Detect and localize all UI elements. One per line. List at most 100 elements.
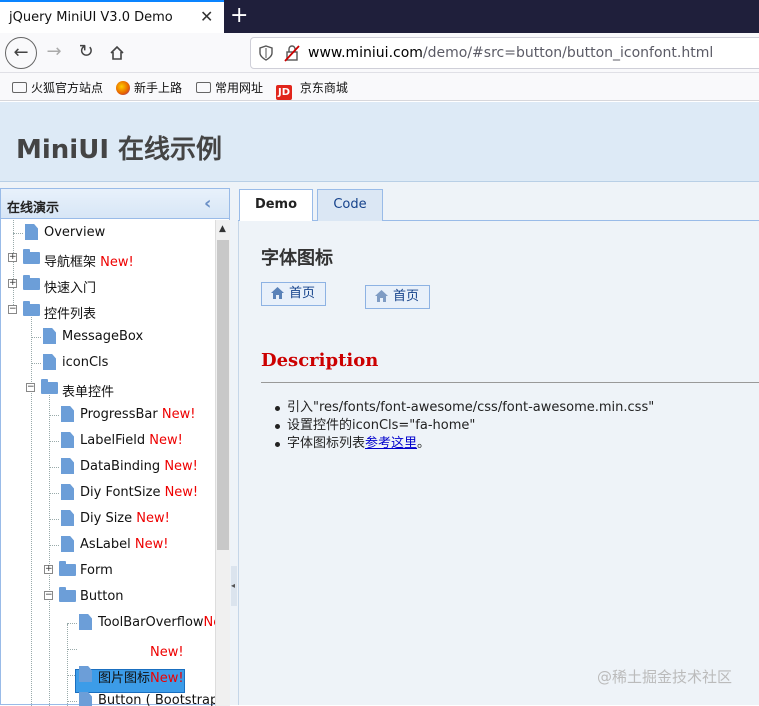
content-title: 字体图标 [261,248,333,269]
splitter[interactable]: ◂ [230,188,238,705]
demo-content: 字体图标 首页 首页 Description 引入"res/fonts/font… [238,221,759,705]
sidebar: 在线演示 ‹ Overview + 导航框架 New! + 快速入门 − 控件列… [0,188,230,706]
tree-node-overview[interactable]: Overview [1,220,215,246]
file-icon [25,224,38,240]
reload-icon: ↻ [78,41,94,62]
tree-node-diy-fontsize[interactable]: Diy FontSize New! [1,480,215,506]
tab-title: jQuery MiniUI V3.0 Demo [9,10,173,25]
file-icon [61,510,74,526]
file-icon [61,458,74,474]
tab-code[interactable]: Code [317,189,383,221]
folder-icon [12,82,27,93]
forward-button[interactable]: → [38,37,70,69]
file-icon [43,354,56,370]
divider [261,382,759,383]
description-list: 引入"res/fonts/font-awesome/css/font-aweso… [274,399,655,453]
page-content: MiniUI 在线示例 在线演示 ‹ Overview + 导航框架 New! … [0,102,759,706]
tree-node-databinding[interactable]: DataBinding New! [1,454,215,480]
bookmark-getting-started[interactable]: 新手上路 [116,79,182,96]
file-icon [43,328,56,344]
url-text: www.miniui.com/demo/#src=button/button_i… [308,45,714,61]
folder-icon [59,561,76,576]
scroll-up-icon[interactable]: ▲ [219,224,226,234]
browser-tab[interactable]: jQuery MiniUI V3.0 Demo ✕ [0,0,224,33]
list-item: 字体图标列表参考这里。 [274,435,654,453]
home-button-1[interactable]: 首页 [261,282,326,306]
file-icon [79,640,92,656]
collapse-icon[interactable]: − [8,305,17,314]
firefox-icon [116,81,130,95]
folder-open-icon [23,301,40,316]
file-icon [79,692,92,706]
insecure-lock-icon [284,45,300,62]
shield-icon [259,45,273,61]
tree-node-progressbar[interactable]: ProgressBar New! [1,402,215,428]
tree-node-quick-start[interactable]: + 快速入门 [1,272,215,298]
page-title: MiniUI 在线示例 [16,135,223,165]
close-tab-icon[interactable]: ✕ [200,7,213,26]
tree-node-labelfield[interactable]: LabelField New! [1,428,215,454]
tree-node-diy-size[interactable]: Diy Size New! [1,506,215,532]
file-icon [61,432,74,448]
tree-node-iconcls[interactable]: iconCls [1,350,215,376]
folder-icon [23,249,40,264]
bookmarks-bar: 火狐官方站点 新手上路 常用网址 JD 京东商城 [0,73,759,101]
file-icon [61,484,74,500]
expand-icon[interactable]: + [8,253,17,262]
scrollbar-thumb[interactable] [217,240,229,550]
tree-node-button-bootstrap[interactable]: Button ( Bootstrap ) [1,688,215,706]
file-icon [61,536,74,552]
home-icon [375,290,388,302]
folder-icon [196,82,211,93]
tree-node-controls[interactable]: − 控件列表 [1,298,215,324]
watermark: @稀土掘金技术社区 [597,668,733,686]
sidebar-header: 在线演示 ‹ [1,189,229,219]
sidebar-scrollbar[interactable]: ▲ [215,220,230,706]
arrow-left-icon: ← [13,42,29,63]
file-icon [79,614,92,630]
tree-node-aslabel[interactable]: AsLabel New! [1,532,215,558]
home-button-2[interactable]: 首页 [365,285,430,309]
list-item: 引入"res/fonts/font-awesome/css/font-aweso… [274,400,655,415]
bookmark-jd[interactable]: JD 京东商城 [276,79,348,100]
site-header: MiniUI 在线示例 [0,102,759,182]
bookmark-common-sites[interactable]: 常用网址 [196,79,263,96]
tab-bar: Demo Code [238,188,759,222]
expand-icon[interactable]: + [44,565,53,574]
reference-link[interactable]: 参考这里 [365,436,417,451]
home-button[interactable] [101,37,133,69]
folder-icon [23,275,40,290]
file-icon [61,406,74,422]
splitter-handle-icon[interactable]: ◂ [231,566,237,606]
new-tab-button[interactable]: + [230,3,248,29]
tree-node-form[interactable]: + Form [1,558,215,584]
folder-open-icon [59,587,76,602]
main-panel: Demo Code 字体图标 首页 首页 Description 引入"res/… [238,188,759,705]
tree-node-button[interactable]: − Button [1,584,215,610]
expand-icon[interactable]: + [8,279,17,288]
tree-node-image-icon[interactable]: 图片图标New! [1,662,215,688]
tree-node-nav-frame[interactable]: + 导航框架 New! [1,246,215,272]
tree-node-toolbaroverflow[interactable]: ToolBarOverflowNew [1,610,215,636]
collapse-icon[interactable]: − [44,591,53,600]
sidebar-title: 在线演示 [7,201,60,216]
tab-demo[interactable]: Demo [239,189,313,222]
tree-node-messagebox[interactable]: MessageBox [1,324,215,350]
folder-open-icon [41,379,58,394]
navigation-toolbar: ← → ↻ www.miniui.com/demo/#src=button/bu… [0,33,759,73]
browser-tab-strip: jQuery MiniUI V3.0 Demo ✕ + [0,0,759,33]
home-icon [271,287,284,299]
collapse-sidebar-icon[interactable]: ‹ [204,193,211,214]
arrow-right-icon: → [46,41,62,62]
bookmark-firefox-site[interactable]: 火狐官方站点 [12,79,103,96]
tree-node-form-controls[interactable]: − 表单控件 [1,376,215,402]
back-button[interactable]: ← [5,37,37,69]
collapse-icon[interactable]: − [26,383,35,392]
tree-node-font-icon[interactable]: 文字图标New! [1,636,215,662]
address-bar[interactable]: www.miniui.com/demo/#src=button/button_i… [250,37,759,69]
list-item: 设置控件的iconCls="fa-home" [274,417,654,435]
home-icon [110,45,124,60]
jd-icon: JD [276,85,292,100]
description-heading: Description [261,350,379,371]
reload-button[interactable]: ↻ [70,37,102,69]
